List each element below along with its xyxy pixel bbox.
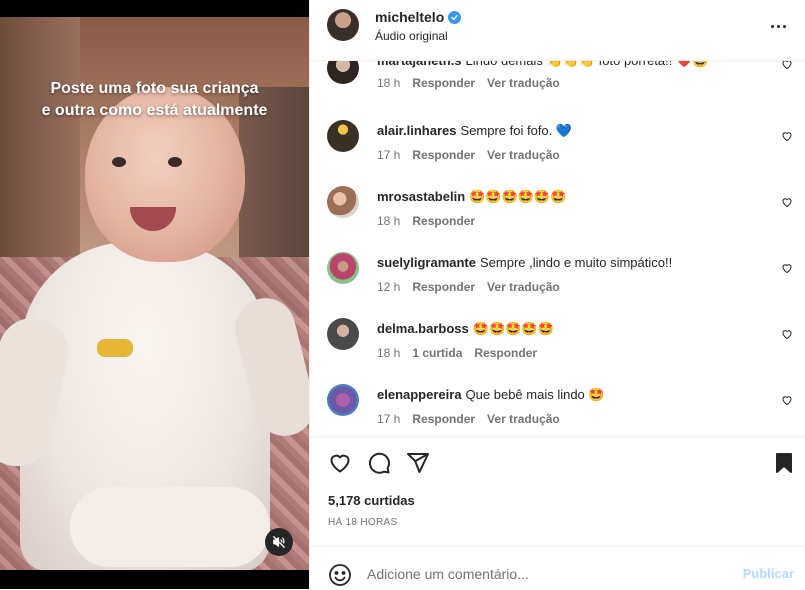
instagram-post-modal: Poste uma foto sua criança e outra como …	[0, 0, 805, 589]
commenter-avatar[interactable]	[327, 252, 359, 284]
commenter-username[interactable]: delma.barboss	[377, 321, 469, 336]
caption-line-2: e outra como está atualmente	[41, 102, 268, 119]
comment-body: Lindo demais 👏👏👏 foto porreta!! ❤️🤩	[465, 60, 709, 68]
reply-link[interactable]: Responder	[412, 76, 475, 90]
commenter-username[interactable]: alair.linhares	[377, 123, 457, 138]
translate-link[interactable]: Ver tradução	[487, 148, 560, 162]
comment-age[interactable]: 17 h	[377, 148, 400, 162]
post-media[interactable]: Poste uma foto sua criança e outra como …	[0, 0, 309, 589]
commenter-avatar[interactable]	[327, 60, 359, 84]
comment-item: alair.linhares Sempre foi fofo. 💙 17 h Re…	[310, 120, 805, 186]
comment-bubble-icon[interactable]	[367, 451, 391, 475]
comment-item: delma.barboss 🤩🤩🤩🤩🤩 18 h 1 curtida Respon…	[310, 318, 805, 384]
post-actions: 5,178 curtidas HÁ 18 HORAS	[310, 436, 805, 547]
comment-age[interactable]: 18 h	[377, 346, 400, 360]
reply-link[interactable]: Responder	[412, 412, 475, 426]
likes-count[interactable]: 5,178 curtidas	[328, 493, 415, 508]
speaker-muted-icon[interactable]	[265, 528, 293, 556]
comment-like-heart-icon[interactable]	[781, 394, 793, 406]
post-header: micheltelo Áudio original	[310, 0, 805, 61]
commenter-username[interactable]: elenappereira	[377, 387, 462, 402]
comments-list[interactable]: martajaneth.s Lindo demais 👏👏👏 foto porre…	[310, 60, 805, 436]
comment-age[interactable]: 17 h	[377, 412, 400, 426]
commenter-username[interactable]: martajaneth.s	[377, 60, 462, 68]
comment-likes-count[interactable]: 1 curtida	[412, 346, 462, 360]
comment-meta: 18 h 1 curtida Responder	[377, 346, 537, 360]
comment-like-heart-icon[interactable]	[781, 196, 793, 208]
translate-link[interactable]: Ver tradução	[487, 76, 560, 90]
comment-meta: 12 h Responder Ver tradução	[377, 280, 560, 294]
original-audio-link[interactable]: Áudio original	[375, 29, 448, 43]
comment-input[interactable]	[367, 563, 727, 585]
comment-meta: 18 h Responder Ver tradução	[377, 76, 560, 90]
comment-like-heart-icon[interactable]	[781, 130, 793, 142]
comment-body: Sempre ,lindo e muito simpático!!	[480, 255, 673, 270]
comment-text: elenappereira Que bebê mais lindo 🤩	[377, 387, 605, 403]
commenter-avatar[interactable]	[327, 318, 359, 350]
publish-button[interactable]: Publicar	[743, 566, 794, 581]
comment-text: martajaneth.s Lindo demais 👏👏👏 foto porre…	[377, 60, 708, 69]
comment-text: mrosastabelin 🤩🤩🤩🤩🤩🤩	[377, 189, 566, 205]
reply-link[interactable]: Responder	[412, 148, 475, 162]
bookmark-icon[interactable]	[772, 451, 796, 475]
comment-age[interactable]: 18 h	[377, 76, 400, 90]
paper-plane-icon[interactable]	[406, 451, 430, 475]
post-side-panel: micheltelo Áudio original martajaneth.s L…	[309, 0, 805, 589]
translate-link[interactable]: Ver tradução	[487, 412, 560, 426]
comment-meta: 17 h Responder Ver tradução	[377, 148, 560, 162]
post-timestamp[interactable]: HÁ 18 HORAS	[328, 517, 397, 528]
comment-item: martajaneth.s Lindo demais 👏👏👏 foto porre…	[310, 60, 805, 120]
commenter-username[interactable]: suelyligramante	[377, 255, 476, 270]
comment-like-heart-icon[interactable]	[781, 328, 793, 340]
caption-line-1: Poste uma foto sua criança	[50, 80, 259, 97]
comment-text: delma.barboss 🤩🤩🤩🤩🤩	[377, 321, 554, 337]
commenter-username[interactable]: mrosastabelin	[377, 189, 465, 204]
comment-item: elenappereira Que bebê mais lindo 🤩 17 h …	[310, 384, 805, 436]
comment-age[interactable]: 12 h	[377, 280, 400, 294]
author-avatar[interactable]	[327, 9, 359, 41]
verified-badge-icon	[448, 10, 462, 24]
comment-item: suelyligramante Sempre ,lindo e muito sim…	[310, 252, 805, 318]
comment-meta: 18 h Responder	[377, 214, 475, 228]
comment-body: Que bebê mais lindo 🤩	[465, 387, 605, 402]
comment-like-heart-icon[interactable]	[781, 262, 793, 274]
author-username[interactable]: micheltelo	[375, 9, 444, 25]
comment-item: mrosastabelin 🤩🤩🤩🤩🤩🤩 18 h Responder	[310, 186, 805, 252]
comment-body: 🤩🤩🤩🤩🤩🤩	[469, 189, 567, 204]
more-horizontal-icon[interactable]	[766, 16, 790, 36]
comment-text: alair.linhares Sempre foi fofo. 💙	[377, 123, 572, 139]
comment-meta: 17 h Responder Ver tradução	[377, 412, 560, 426]
comment-age[interactable]: 18 h	[377, 214, 400, 228]
commenter-avatar[interactable]	[327, 186, 359, 218]
translate-link[interactable]: Ver tradução	[487, 280, 560, 294]
heart-icon[interactable]	[328, 451, 352, 475]
comment-text: suelyligramante Sempre ,lindo e muito sim…	[377, 255, 672, 270]
comment-body: Sempre foi fofo. 💙	[460, 123, 573, 138]
commenter-avatar[interactable]	[327, 384, 359, 416]
commenter-avatar[interactable]	[327, 120, 359, 152]
comment-like-heart-icon[interactable]	[781, 60, 793, 70]
reply-link[interactable]: Responder	[412, 280, 475, 294]
reply-link[interactable]: Responder	[412, 214, 475, 228]
reply-link[interactable]: Responder	[474, 346, 537, 360]
media-caption-overlay: Poste uma foto sua criança e outra como …	[0, 78, 309, 122]
comment-composer: Publicar	[310, 546, 805, 590]
emoji-smile-icon[interactable]	[328, 563, 352, 587]
comment-body: 🤩🤩🤩🤩🤩	[472, 321, 554, 336]
author-username-row: micheltelo	[375, 9, 462, 25]
